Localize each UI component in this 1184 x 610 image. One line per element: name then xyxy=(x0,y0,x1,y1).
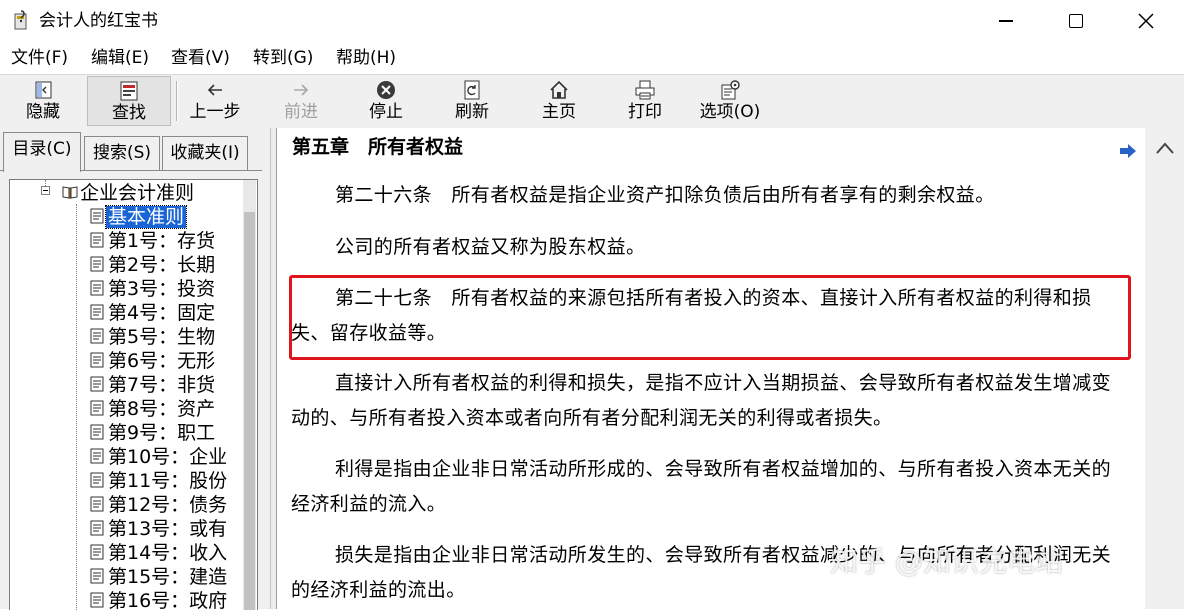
tree-item[interactable]: 第7号：非货 xyxy=(90,373,217,397)
refresh-button[interactable]: 刷新 xyxy=(443,76,501,126)
tree-guide-line xyxy=(76,204,77,610)
home-button[interactable]: 主页 xyxy=(530,76,588,126)
tree-item[interactable]: 第2号：长期 xyxy=(90,253,217,277)
hide-pane-icon xyxy=(32,79,54,101)
page-icon xyxy=(90,374,104,392)
tree-item[interactable]: 第11号：股份 xyxy=(90,469,229,493)
page-icon xyxy=(90,590,104,608)
tree-item[interactable]: 第16号：政府 xyxy=(90,589,229,610)
stop-button[interactable]: 停止 xyxy=(357,76,415,126)
tree-item[interactable]: 第1号：存货 xyxy=(90,229,217,253)
back-arrow-icon xyxy=(204,79,226,101)
page-icon xyxy=(90,302,104,320)
tab-contents[interactable]: 目录(C) xyxy=(3,132,81,172)
open-book-icon xyxy=(62,182,78,199)
watermark: 知乎 @知识充电站 xyxy=(830,545,1063,578)
tab-favorites[interactable]: 收藏夹(I) xyxy=(162,136,248,170)
tab-search[interactable]: 搜索(S) xyxy=(84,136,160,170)
tree-item[interactable]: 第15号：建造 xyxy=(90,565,229,589)
page-icon xyxy=(90,518,104,536)
close-button[interactable] xyxy=(1111,0,1181,42)
content-scrollbar[interactable] xyxy=(1145,128,1184,609)
forward-button[interactable]: 前进 xyxy=(272,76,330,126)
paragraph: 直接计入所有者权益的利得和损失，是指不应计入当期损益、会导致所有者权益发生增减变… xyxy=(291,372,1112,429)
page-icon xyxy=(90,398,104,416)
home-icon xyxy=(548,79,570,101)
tree-item[interactable]: 第8号：资产 xyxy=(90,397,217,421)
page-icon xyxy=(90,470,104,488)
forward-arrow-icon xyxy=(290,79,312,101)
page-icon xyxy=(90,350,104,368)
window-title: 会计人的红宝书 xyxy=(39,11,158,31)
minimize-button[interactable] xyxy=(971,0,1041,42)
scroll-up-chevron-icon[interactable] xyxy=(1155,140,1175,156)
page-icon xyxy=(90,422,104,440)
page-icon xyxy=(90,542,104,560)
tree-item[interactable]: 第4号：固定 xyxy=(90,301,217,325)
page-icon xyxy=(90,206,104,224)
page-icon xyxy=(90,494,104,512)
contents-tree: 企业会计准则 基本准则 第1号：存货 第2号：长期 第3号：投资 第4号：固定 第5号：… xyxy=(9,179,258,610)
help-book-icon xyxy=(12,10,30,32)
menu-bar: 文件(F) 编辑(E) 查看(V) 转到(G) 帮助(H) xyxy=(0,44,1184,72)
tree-item-selected[interactable]: 基本准则 xyxy=(90,205,188,229)
pane-splitter[interactable] xyxy=(270,128,277,609)
refresh-icon xyxy=(461,79,483,101)
tree-scrollbar[interactable] xyxy=(243,180,256,610)
print-button[interactable]: 打印 xyxy=(616,76,674,126)
chapter-heading: 第五章 所有者权益 xyxy=(292,136,464,158)
collapse-toggle[interactable] xyxy=(41,186,50,195)
paragraph: 公司的所有者权益又称为股东权益。 xyxy=(335,236,646,258)
menu-goto[interactable]: 转到(G) xyxy=(253,46,313,70)
menu-file[interactable]: 文件(F) xyxy=(11,46,68,70)
tree-item[interactable]: 第5号：生物 xyxy=(90,325,217,349)
content-pane: 第五章 所有者权益 第二十六条 所有者权益是指企业资产扣除负债后由所有者享有的剩… xyxy=(277,128,1145,609)
menu-edit[interactable]: 编辑(E) xyxy=(91,46,149,70)
printer-icon xyxy=(634,79,656,101)
page-icon xyxy=(90,254,104,272)
tree-item[interactable]: 第14号：收入 xyxy=(90,541,229,565)
paragraph: 利得是指由企业非日常活动所形成的、会导致所有者权益增加的、与所有者投入资本无关的… xyxy=(291,458,1112,515)
tree-item[interactable]: 第9号：职工 xyxy=(90,421,217,445)
back-button[interactable]: 上一步 xyxy=(184,76,246,126)
stop-icon xyxy=(375,79,397,101)
options-icon xyxy=(719,79,741,101)
find-in-page-icon xyxy=(118,80,140,102)
page-icon xyxy=(90,326,104,344)
navigation-pane: 目录(C) 搜索(S) 收藏夹(I) 企业会计准则 基本准则 第1号：存货 第2号… xyxy=(0,128,270,610)
tree-item[interactable]: 第10号：企业 xyxy=(90,445,229,469)
page-icon xyxy=(90,230,104,248)
tree-item[interactable]: 第13号：或有 xyxy=(90,517,229,541)
tree-item[interactable]: 第6号：无形 xyxy=(90,349,217,373)
toolbar-separator xyxy=(176,81,178,121)
tree-item[interactable]: 第3号：投资 xyxy=(90,277,217,301)
menu-view[interactable]: 查看(V) xyxy=(171,46,230,70)
close-icon xyxy=(1138,13,1154,29)
page-icon xyxy=(90,278,104,296)
find-button[interactable]: 查找 xyxy=(87,76,171,126)
hide-button[interactable]: 隐藏 xyxy=(10,76,76,126)
title-bar: 会计人的红宝书 xyxy=(0,0,1184,42)
menu-help[interactable]: 帮助(H) xyxy=(336,46,396,70)
maximize-button[interactable] xyxy=(1041,0,1111,42)
paragraph: 第二十六条 所有者权益是指企业资产扣除负债后由所有者享有的剩余权益。 xyxy=(335,184,995,206)
page-icon xyxy=(90,446,104,464)
page-icon xyxy=(90,566,104,584)
options-button[interactable]: 选项(O) xyxy=(694,76,766,126)
toolbar: 隐藏 查找 上一步 前进 停止 刷新 主页 打印 选项(O) xyxy=(0,74,1184,129)
tree-item[interactable]: 第12号：债务 xyxy=(90,493,229,517)
tree-scrollbar-thumb[interactable] xyxy=(244,212,255,610)
tree-item-root[interactable]: 企业会计准则 xyxy=(62,181,196,205)
next-topic-arrow-icon[interactable] xyxy=(1119,143,1137,159)
highlight-box xyxy=(289,275,1131,360)
